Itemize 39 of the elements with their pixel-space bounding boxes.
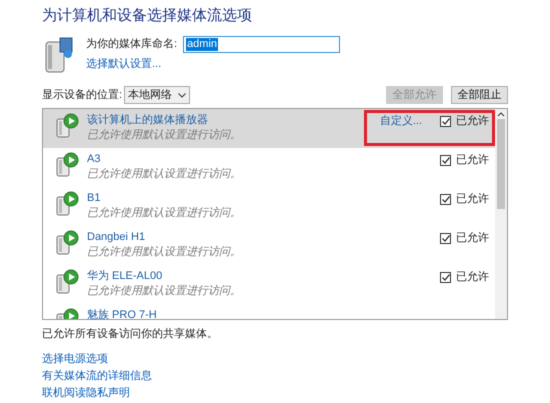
allowed-checkbox[interactable] — [440, 272, 451, 283]
library-name-field[interactable]: admin — [183, 36, 340, 53]
device-name: Dangbei H1 — [87, 230, 146, 244]
device-name: B1 — [87, 191, 102, 205]
allowed-label: 已允许 — [456, 153, 489, 168]
help-link[interactable]: 有关媒体流的详细信息 — [42, 368, 508, 384]
device-status: 已允许使用默认设置进行访问。 — [87, 244, 242, 260]
allowed-label: 已允许 — [456, 270, 489, 285]
media-device-icon — [55, 191, 79, 217]
media-device-icon — [55, 230, 79, 256]
allowed-label: 已允许 — [456, 192, 489, 207]
media-device-icon — [55, 113, 79, 139]
page-title: 为计算机和设备选择媒体流选项 — [42, 6, 253, 26]
device-status: 已允许使用默认设置进行访问。 — [87, 284, 242, 299]
device-name: A3 — [87, 152, 102, 166]
allowed-checkbox[interactable] — [440, 116, 451, 127]
allowed-checkbox[interactable] — [440, 232, 451, 244]
media-device-icon — [55, 269, 79, 295]
device-name: 该计算机上的媒体播放器 — [87, 113, 209, 127]
location-label: 显示设备的位置: — [42, 88, 122, 103]
customize-link[interactable]: 自定义... — [380, 113, 422, 130]
media-device-icon — [55, 152, 79, 178]
chevron-down-icon — [178, 92, 186, 98]
summary-text: 已允许所有设备访问你的共享媒体。 — [42, 326, 219, 342]
device-name: 华为 ELE-AL00 — [87, 269, 164, 283]
device-status: 已允许使用默认设置进行访问。 — [87, 166, 242, 182]
device-status: 已允许使用默认设置进行访问。 — [87, 128, 242, 143]
help-link[interactable]: 选择电源选项 — [42, 350, 508, 366]
help-link[interactable]: 联机阅读隐私声明 — [42, 384, 508, 400]
device-row[interactable]: 该计算机上的媒体播放器 已允许使用默认设置进行访问。 自定义... 已允许 — [43, 109, 495, 148]
library-name-label: 为你的媒体库命名: — [86, 36, 178, 52]
allowed-checkbox[interactable] — [440, 154, 451, 166]
allow-block-button[interactable]: 全部阻止 — [451, 86, 508, 104]
allowed-label: 已允许 — [456, 114, 489, 129]
device-status: 已允许使用默认设置进行访问。 — [87, 206, 242, 221]
location-dropdown[interactable]: 本地网络 — [124, 86, 190, 104]
default-settings-link[interactable]: 选择默认设置... — [86, 56, 340, 72]
allowed-checkbox[interactable] — [440, 194, 451, 205]
allowed-label: 已允许 — [456, 231, 489, 246]
